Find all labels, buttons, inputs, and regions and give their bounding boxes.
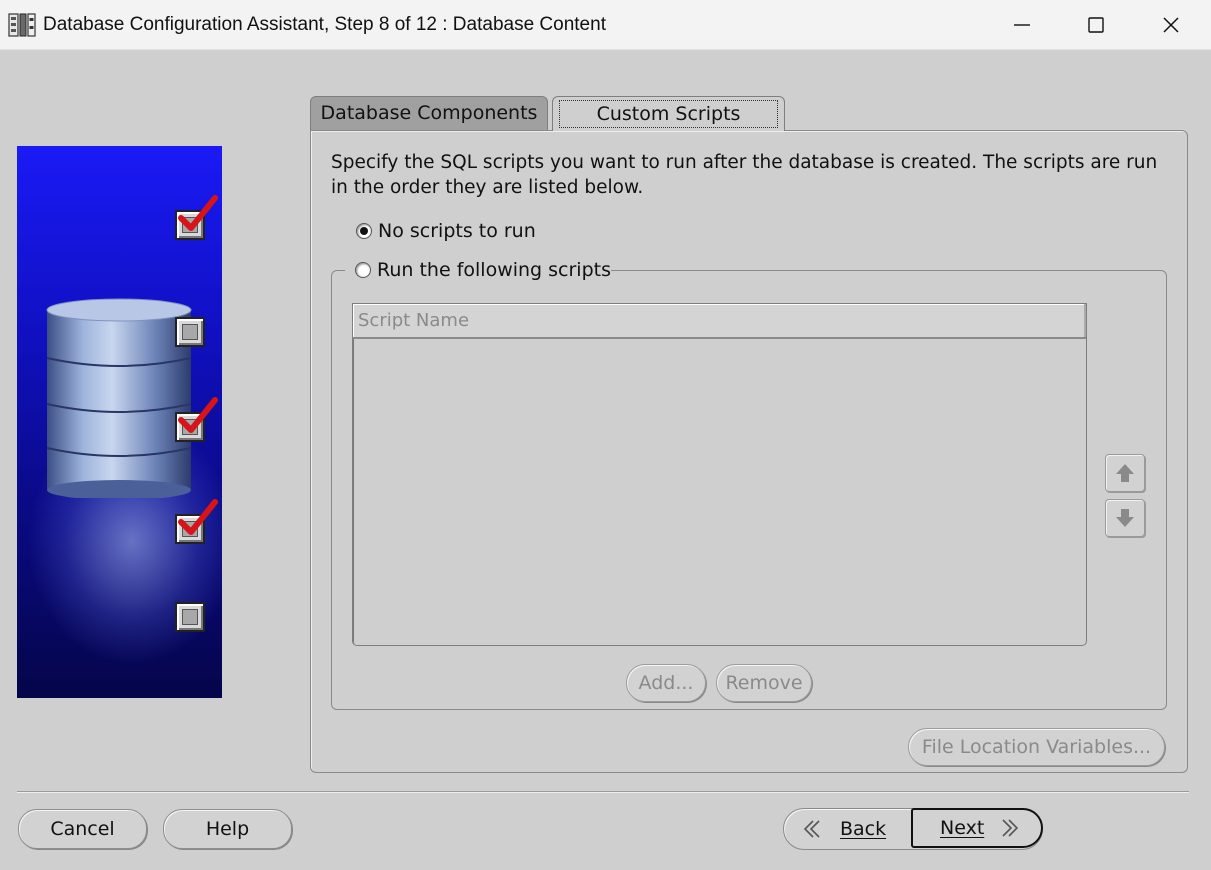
no-scripts-radio[interactable] [356,223,372,239]
close-button[interactable] [1134,0,1208,50]
title-bar: Database Configuration Assistant, Step 8… [0,0,1211,50]
tab-label: Custom Scripts [559,100,778,128]
no-scripts-radio-option[interactable]: No scripts to run [356,220,536,242]
table-header-script-name: Script Name [353,304,1086,339]
minimize-icon [1014,24,1030,26]
checkmark-icon [178,499,218,535]
checkmark-icon [178,195,218,231]
step-checkbox-5 [175,602,205,632]
footer-divider [17,791,1189,793]
cancel-button[interactable]: Cancel [18,809,147,849]
database-app-icon [8,13,36,37]
run-scripts-label: Run the following scripts [377,259,611,281]
file-location-variables-button[interactable]: File Location Variables... [908,728,1165,766]
back-button[interactable]: Back [784,809,912,849]
scripts-table[interactable]: Script Name [352,303,1087,646]
remove-script-button[interactable]: Remove [716,664,812,702]
maximize-icon [1088,17,1104,33]
maximize-button[interactable] [1059,0,1133,50]
chevron-right-icon [1002,819,1019,837]
add-script-button[interactable]: Add... [626,664,706,702]
chevron-left-icon [803,820,820,838]
next-label: Next [940,817,985,839]
close-icon [1163,17,1179,33]
move-down-button[interactable] [1105,499,1145,537]
move-up-button[interactable] [1105,454,1145,492]
arrow-up-icon [1116,464,1134,482]
instructions-text: Specify the SQL scripts you want to run … [331,152,1158,198]
window-title: Database Configuration Assistant, Step 8… [43,14,606,35]
minimize-button[interactable] [985,0,1059,50]
run-scripts-radio-option[interactable]: Run the following scripts [355,259,611,281]
column-header-label: Script Name [358,310,470,331]
tab-database-components[interactable]: Database Components [310,96,548,130]
help-button[interactable]: Help [163,809,292,849]
arrow-down-icon [1116,509,1134,527]
checkmark-icon [178,397,218,433]
step-checkbox-2 [175,317,205,347]
no-scripts-label: No scripts to run [378,220,536,242]
navigation-buttons: Back Next [783,808,1043,850]
database-cylinder-graphic [46,298,192,498]
tab-custom-scripts[interactable]: Custom Scripts [552,96,785,131]
dbca-window: Database Configuration Assistant, Step 8… [0,0,1211,870]
run-scripts-radio[interactable] [355,262,371,278]
next-button[interactable]: Next [911,808,1043,848]
back-label: Back [840,818,887,840]
wizard-banner [17,146,222,698]
